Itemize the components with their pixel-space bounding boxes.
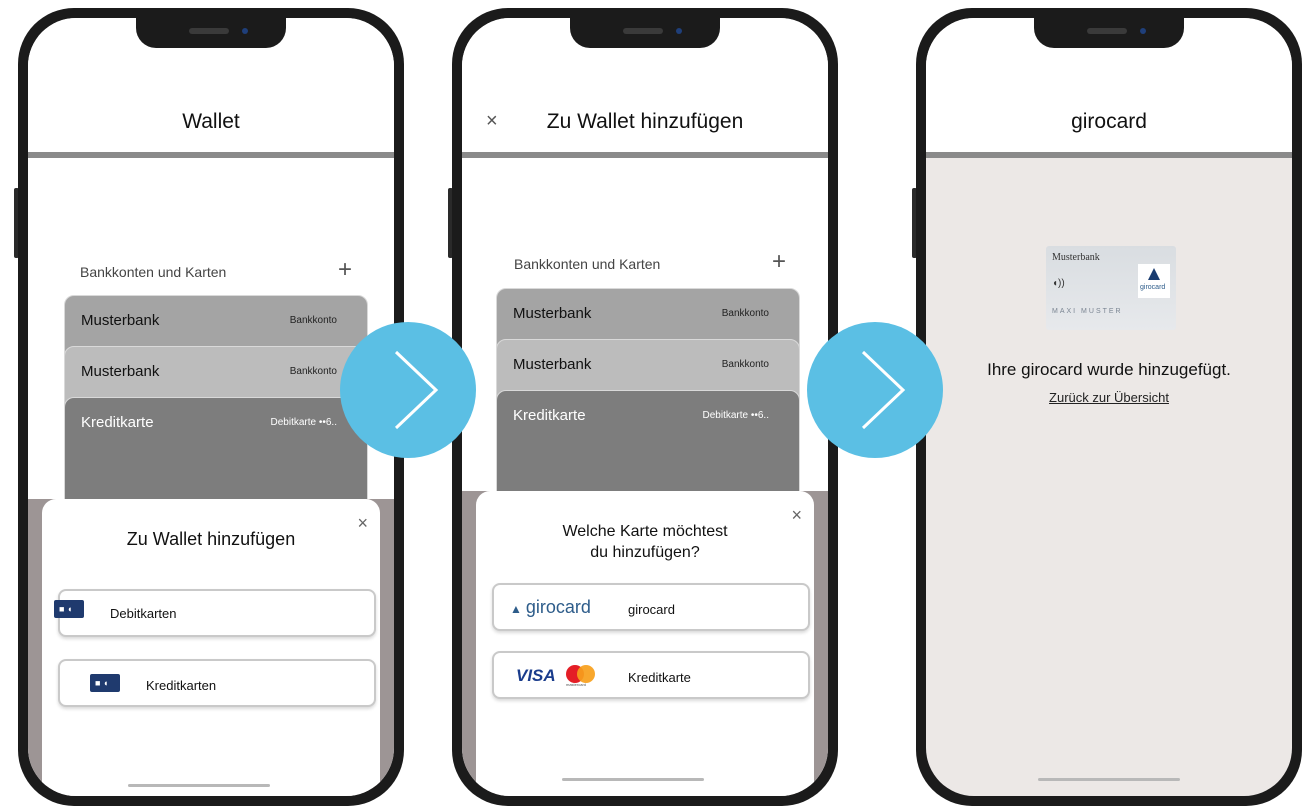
girocard-image: Musterbank ◖)) girocard MAXI MUSTER	[1046, 246, 1176, 330]
close-icon[interactable]: ×	[357, 513, 368, 534]
camera	[1140, 28, 1146, 34]
card-name: Musterbank	[513, 305, 592, 322]
back-to-overview-link[interactable]: Zurück zur Übersicht	[926, 390, 1292, 405]
bottom-sheet: Welche Karte möchtest du hinzufügen? × ▲…	[476, 491, 814, 796]
contactless-icon: ◖))	[1052, 278, 1065, 289]
speaker	[1087, 28, 1127, 34]
chevron-right-icon	[861, 350, 906, 430]
next-step-arrow-2	[807, 322, 943, 458]
bottom-sheet: Zu Wallet hinzufügen × ■ ◖ Debitkarten ■…	[42, 499, 380, 796]
sheet-title: Zu Wallet hinzufügen	[126, 529, 296, 549]
visa-logo: VISA	[516, 666, 556, 685]
chevron-right-icon	[394, 350, 439, 430]
close-icon[interactable]: ×	[791, 505, 802, 526]
plus-icon[interactable]: +	[338, 256, 352, 284]
section-label: Bankkonten und Karten	[514, 256, 661, 272]
mastercard-circle-yellow	[577, 665, 595, 683]
home-indicator	[128, 784, 270, 787]
notch	[570, 18, 720, 48]
section-label: Bankkonten und Karten	[80, 264, 227, 280]
camera	[676, 28, 682, 34]
sheet-title-line2: du hinzufügen?	[590, 544, 700, 561]
speaker	[623, 28, 663, 34]
notch	[1034, 18, 1184, 48]
girocard-logo-text: girocard	[525, 597, 591, 617]
camera	[242, 28, 248, 34]
screen-success: girocard Musterbank ◖)) girocard MAXI MU…	[926, 18, 1292, 796]
screen-add-card: × Zu Wallet hinzufügen Bankkonten und Ka…	[462, 18, 828, 796]
notch	[136, 18, 286, 48]
mastercard-wordmark: mastercard	[566, 682, 587, 687]
card-type: Debitkarte ••6..	[702, 410, 769, 421]
card-name: Musterbank	[81, 312, 160, 329]
home-indicator	[562, 778, 704, 781]
option-debitkarten[interactable]: ■ ◖ Debitkarten	[54, 589, 376, 637]
success-message: Ihre girocard wurde hinzugefügt.	[987, 360, 1231, 379]
option-kreditkarten[interactable]: ■ ◖ Kreditkarten	[58, 659, 376, 707]
credit-card-icon: ■ ◖	[90, 674, 120, 692]
girocard-triangle-icon	[1148, 268, 1160, 280]
card-bank-name: Musterbank	[1052, 252, 1100, 263]
girocard-badge: girocard	[1138, 264, 1170, 298]
speaker	[189, 28, 229, 34]
phone-girocard-success: girocard Musterbank ◖)) girocard MAXI MU…	[912, 8, 1302, 806]
option-kreditkarte[interactable]: VISA mastercard Kreditkarte	[492, 651, 810, 699]
page-title: girocard	[1071, 110, 1147, 133]
sheet-title-line1: Welche Karte möchtest	[562, 523, 728, 540]
card-name: Kreditkarte	[513, 407, 586, 424]
option-label: Kreditkarten	[146, 678, 217, 693]
card-type: Bankkonto	[721, 308, 769, 319]
card-name: Musterbank	[81, 363, 160, 380]
phone-add-card: × Zu Wallet hinzufügen Bankkonten und Ka…	[448, 8, 838, 806]
sheet-title: Welche Karte möchtest du hinzufügen?	[476, 521, 814, 563]
card-type: Debitkarte ••6..	[270, 417, 337, 428]
card-type: Bankkonto	[289, 315, 337, 326]
mastercard-logo: mastercard	[566, 665, 598, 687]
option-girocard[interactable]: ▲ girocard girocard	[492, 583, 810, 631]
girocard-logo: ▲ girocard	[510, 597, 591, 618]
page-title: Wallet	[182, 110, 240, 133]
card-name: Musterbank	[513, 356, 592, 373]
option-label: girocard	[628, 602, 675, 617]
home-indicator	[1038, 778, 1180, 781]
card-type: Bankkonto	[289, 366, 337, 377]
card-holder: MAXI MUSTER	[1052, 308, 1123, 315]
card-name: Kreditkarte	[81, 414, 154, 431]
girocard-badge-text: girocard	[1140, 284, 1166, 291]
debit-card-icon: ■ ◖	[54, 600, 84, 618]
next-step-arrow-1	[340, 322, 476, 458]
bank-icon: ▲	[510, 602, 522, 616]
option-label: Debitkarten	[110, 606, 177, 621]
page-title: Zu Wallet hinzufügen	[546, 110, 744, 133]
option-label: Kreditkarte	[628, 670, 691, 685]
plus-icon[interactable]: +	[772, 248, 786, 276]
card-type: Bankkonto	[721, 359, 769, 370]
